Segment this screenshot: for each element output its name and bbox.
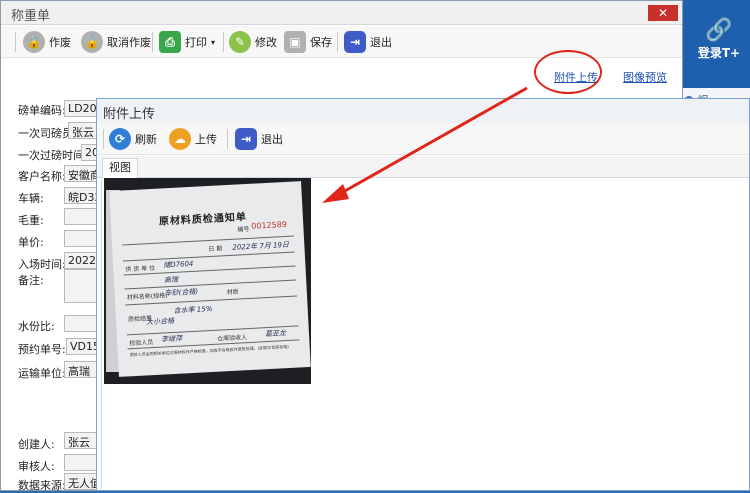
handwritten-inspector: 李继萍 — [160, 334, 183, 344]
material-label: 材料名称(规格) — [126, 292, 168, 302]
login-label: 登录T+ — [697, 46, 741, 60]
exit-label: 退出 — [370, 36, 392, 49]
unlock-icon: 🔓 — [81, 31, 103, 53]
attachment-image[interactable]: 编号 原材料质检通知单 0012589 日 期 2022年 7月 19日 供 货… — [104, 178, 311, 384]
bill-no-field[interactable]: LD202 — [64, 100, 98, 117]
void-label: 作废 — [49, 36, 71, 49]
first-time-label: 一次过磅时间: — [18, 149, 88, 162]
bill-no-label: 磅单编码: — [18, 104, 66, 117]
cancel-void-label: 取消作废 — [107, 36, 151, 49]
moisture-field[interactable] — [64, 315, 98, 332]
gross-label: 毛重: — [18, 214, 44, 227]
void-button[interactable]: 🔒 作废 — [23, 29, 71, 55]
toolbar-separator — [15, 32, 16, 52]
dialog-exit-button[interactable]: ⇥ 退出 — [235, 126, 283, 152]
driver-field[interactable]: 张云 — [68, 122, 98, 139]
chevron-down-icon[interactable]: ▾ — [211, 38, 215, 47]
lock-icon: 🔒 — [23, 31, 45, 53]
vehicle-label: 车辆: — [18, 192, 44, 205]
vehicle-field[interactable]: 皖D32 — [64, 187, 98, 204]
transport-label: 运输单位: — [18, 367, 66, 380]
upload-cloud-icon: ☁ — [169, 128, 191, 150]
pencil-icon: ✎ — [229, 31, 251, 53]
refresh-label: 刷新 — [135, 133, 157, 146]
inspection-form-paper: 编号 原材料质检通知单 0012589 日 期 2022年 7月 19日 供 货… — [109, 181, 311, 377]
data-source-field[interactable]: 无人值 — [64, 473, 98, 490]
window-title: 称重单 — [1, 1, 682, 25]
upload-label: 上传 — [195, 133, 217, 146]
dialog-toolbar: ⟳ 刷新 ☁ 上传 ⇥ 退出 — [97, 123, 749, 155]
handwritten-supplier: 高瑞 — [163, 275, 179, 285]
printer-icon: ⎙ — [159, 31, 181, 53]
creator-label: 创建人: — [18, 438, 55, 451]
unit-price-label: 单价: — [18, 236, 44, 249]
remark-field[interactable] — [64, 269, 98, 303]
toolbar-separator — [227, 129, 228, 149]
annotation-circle — [534, 50, 602, 94]
save-icon: ▣ — [284, 31, 306, 53]
handwritten-material: 车砂(合格) — [164, 287, 199, 298]
form-number-label: 编号 — [237, 225, 250, 234]
handwritten-result: 大小合格 — [145, 316, 175, 327]
reservation-label: 预约单号: — [18, 343, 66, 356]
close-button[interactable]: ✕ — [648, 5, 678, 21]
date-label: 日 期 — [208, 245, 223, 254]
edit-button[interactable]: ✎ 修改 — [229, 29, 277, 55]
supplier-label: 供 货 单 位 — [125, 264, 156, 274]
cancel-void-button[interactable]: 🔓 取消作废 — [81, 29, 151, 55]
reservation-field[interactable]: VD154 — [66, 338, 98, 355]
inspector-label: 检验人员 — [129, 339, 154, 348]
receiver-label: 仓库验收人 — [216, 334, 248, 343]
entry-time-label: 入场时间: — [18, 258, 66, 271]
form-serial: 0012589 — [251, 219, 288, 231]
customer-field[interactable]: 安徽商 — [64, 165, 98, 182]
auditor-field[interactable] — [64, 454, 98, 471]
unit-price-field[interactable] — [64, 230, 98, 247]
exit-icon: ⇥ — [235, 128, 257, 150]
remark-label: 备注: — [18, 274, 44, 287]
form-title: 原材料质检通知单 — [158, 211, 248, 228]
save-label: 保存 — [310, 36, 332, 49]
upload-button[interactable]: ☁ 上传 — [169, 126, 217, 152]
form-footer: 质检人员会同相关单位对原材料作严格检查，如有不合格应作退货处理。(此联交仓库存档… — [129, 343, 289, 358]
handwritten-date: 2022年 7月 19日 — [232, 240, 290, 252]
creator-field[interactable]: 张云 — [64, 432, 98, 449]
dialog-tab-bar — [97, 156, 749, 178]
exit-button[interactable]: ⇥ 退出 — [344, 29, 392, 55]
customer-label: 客户名称: — [18, 170, 66, 183]
save-button[interactable]: ▣ 保存 — [284, 29, 332, 55]
print-button[interactable]: ⎙ 打印 ▾ — [159, 29, 215, 55]
refresh-icon: ⟳ — [109, 128, 131, 150]
tab-view[interactable]: 视图 — [102, 158, 138, 178]
dialog-title: 附件上传 — [97, 99, 749, 123]
toolbar-separator — [223, 32, 224, 52]
image-preview-link[interactable]: 图像预览 — [623, 69, 667, 85]
exit-icon: ⇥ — [344, 31, 366, 53]
dialog-exit-label: 退出 — [261, 133, 283, 146]
driver-label: 一次司磅员 — [18, 127, 73, 140]
toolbar-separator — [103, 129, 104, 149]
refresh-button[interactable]: ⟳ 刷新 — [109, 126, 157, 152]
form-line — [124, 279, 297, 290]
entry-time-field[interactable]: 2022/ — [64, 252, 98, 269]
gross-field[interactable] — [64, 208, 98, 225]
handwritten-plate: 储D7604 — [163, 259, 194, 270]
transport-field[interactable]: 高瑞 — [64, 361, 98, 378]
edit-label: 修改 — [255, 36, 277, 49]
check-label: 材质 — [226, 288, 239, 297]
toolbar-separator — [152, 32, 153, 52]
handwritten-receiver: 葛亚龙 — [264, 329, 287, 339]
toolbar-separator — [337, 32, 338, 52]
link-chain-icon: 🔗 — [705, 18, 733, 43]
moisture-label: 水份比: — [18, 320, 55, 333]
auditor-label: 审核人: — [18, 460, 55, 473]
login-button[interactable]: 🔗 登录T+ — [690, 18, 748, 70]
print-label: 打印 — [185, 36, 207, 49]
handwritten-moisture: 含水率 15% — [173, 304, 213, 315]
